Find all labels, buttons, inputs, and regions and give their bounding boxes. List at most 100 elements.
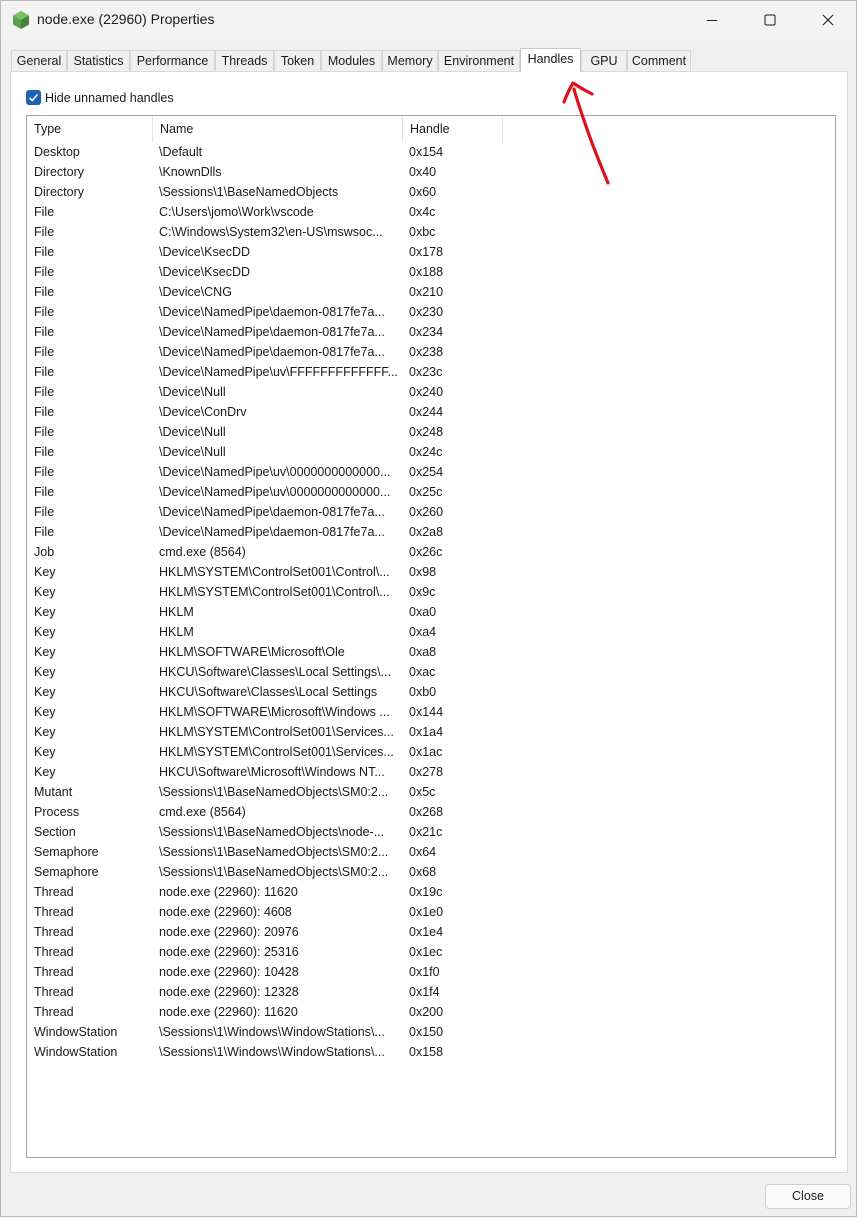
table-row[interactable]: Section \Sessions\1\BaseNamedObjects\node… [27,822,835,842]
minimize-button[interactable] [683,1,741,39]
table-row[interactable]: Semaphore \Sessions\1\BaseNamedObjects\SM… [27,862,835,882]
table-row[interactable]: WindowStation \Sessions\1\Windows\WindowS… [27,1022,835,1042]
tab-statistics[interactable]: Statistics [67,50,130,71]
table-row[interactable]: File \Device\CNG 0x210 [27,282,835,302]
tab-environment[interactable]: Environment [438,50,520,71]
table-row[interactable]: File \Device\Null 0x24c [27,442,835,462]
title-bar[interactable]: node.exe (22960) Properties [1,1,856,39]
row-type-cell: Key [34,625,56,639]
row-name-cell: \Default [159,145,203,159]
row-handle-cell: 0x1f0 [409,965,440,979]
table-row[interactable]: Directory \KnownDlls 0x40 [27,162,835,182]
table-row[interactable]: File \Device\Null 0x240 [27,382,835,402]
tab-comment[interactable]: Comment [627,50,691,71]
row-name-cell: \Sessions\1\BaseNamedObjects [159,185,339,199]
row-type-cell: File [34,325,55,339]
tab-performance[interactable]: Performance [130,50,215,71]
table-row[interactable]: Key HKLM 0xa4 [27,622,835,642]
tab-memory[interactable]: Memory [382,50,438,71]
row-handle-cell: 0xa4 [409,625,437,639]
table-row[interactable]: Thread node.exe (22960): 4608 0x1e0 [27,902,835,922]
column-header-name[interactable]: Name [153,116,403,142]
row-name-cell: HKLM\SYSTEM\ControlSet001\Services... [159,745,394,759]
table-row[interactable]: Mutant \Sessions\1\BaseNamedObjects\SM0:2… [27,782,835,802]
column-header-type-label: Type [34,122,62,136]
row-type-cell: File [34,345,55,359]
column-header-handle[interactable]: Handle [403,116,503,142]
table-row[interactable]: Key HKCU\Software\Classes\Local Settings\… [27,662,835,682]
table-row[interactable]: File \Device\NamedPipe\uv\FFFFFFFFFFFFF..… [27,362,835,382]
table-row[interactable]: Thread node.exe (22960): 10428 0x1f0 [27,962,835,982]
table-row[interactable]: Desktop \Default 0x154 [27,142,835,162]
row-name-cell: \Device\NamedPipe\uv\0000000000000... [159,465,391,479]
hide-unnamed-option[interactable]: Hide unnamed handles [26,89,174,106]
table-row[interactable]: Thread node.exe (22960): 11620 0x200 [27,1002,835,1022]
table-row[interactable]: Key HKLM\SYSTEM\ControlSet001\Services...… [27,722,835,742]
table-row[interactable]: File \Device\NamedPipe\daemon-0817fe7a...… [27,302,835,322]
table-row[interactable]: File \Device\NamedPipe\uv\0000000000000..… [27,462,835,482]
row-type-cell: Key [34,665,56,679]
table-row[interactable]: Key HKCU\Software\Microsoft\Windows NT...… [27,762,835,782]
table-row[interactable]: File \Device\KsecDD 0x188 [27,262,835,282]
row-handle-cell: 0x210 [409,285,444,299]
table-row[interactable]: File \Device\Null 0x248 [27,422,835,442]
table-row[interactable]: Job cmd.exe (8564) 0x26c [27,542,835,562]
tab-gpu[interactable]: GPU [581,50,627,71]
row-name-cell: node.exe (22960): 11620 [159,1005,298,1019]
hide-unnamed-checkbox[interactable] [26,90,41,105]
close-window-button[interactable] [799,1,857,39]
table-row[interactable]: File \Device\KsecDD 0x178 [27,242,835,262]
row-handle-cell: 0x60 [409,185,437,199]
row-type-cell: Key [34,725,56,739]
row-handle-cell: 0x25c [409,485,443,499]
tab-modules[interactable]: Modules [321,50,382,71]
row-type-cell: File [34,405,55,419]
table-row[interactable]: Thread node.exe (22960): 25316 0x1ec [27,942,835,962]
table-row[interactable]: WindowStation \Sessions\1\Windows\WindowS… [27,1042,835,1062]
row-type-cell: Desktop [34,145,80,159]
handles-list[interactable]: Type Name Handle Desktop \Default 0x154 Dir… [26,115,836,1158]
row-handle-cell: 0x254 [409,465,444,479]
row-type-cell: File [34,245,55,259]
close-button[interactable]: Close [765,1184,851,1209]
table-row[interactable]: File \Device\ConDrv 0x244 [27,402,835,422]
row-name-cell: HKCU\Software\Classes\Local Settings\... [159,665,392,679]
row-name-cell: node.exe (22960): 4608 [159,905,292,919]
table-row[interactable]: Key HKLM\SYSTEM\ControlSet001\Control\...… [27,562,835,582]
row-name-cell: C:\Windows\System32\en-US\mswsoc... [159,225,383,239]
row-name-cell: node.exe (22960): 11620 [159,885,298,899]
table-row[interactable]: File C:\Windows\System32\en-US\mswsoc... 0… [27,222,835,242]
table-row[interactable]: File \Device\NamedPipe\daemon-0817fe7a...… [27,502,835,522]
row-type-cell: Key [34,645,56,659]
row-name-cell: \Device\NamedPipe\daemon-0817fe7a... [159,525,385,539]
tab-handles[interactable]: Handles [520,48,581,72]
table-row[interactable]: File \Device\NamedPipe\uv\0000000000000..… [27,482,835,502]
table-row[interactable]: File \Device\NamedPipe\daemon-0817fe7a...… [27,322,835,342]
table-row[interactable]: Thread node.exe (22960): 12328 0x1f4 [27,982,835,1002]
row-name-cell: node.exe (22960): 10428 [159,965,299,979]
table-row[interactable]: Thread node.exe (22960): 11620 0x19c [27,882,835,902]
tab-general[interactable]: General [11,50,67,71]
table-row[interactable]: Key HKLM\SOFTWARE\Microsoft\Ole 0xa8 [27,642,835,662]
maximize-button[interactable] [741,1,799,39]
table-row[interactable]: Key HKCU\Software\Classes\Local Settings 0… [27,682,835,702]
table-row[interactable]: Key HKLM 0xa0 [27,602,835,622]
row-name-cell: \Device\ConDrv [159,405,247,419]
table-row[interactable]: Key HKLM\SOFTWARE\Microsoft\Windows ... 0x… [27,702,835,722]
table-row[interactable]: Thread node.exe (22960): 20976 0x1e4 [27,922,835,942]
table-row[interactable]: Key HKLM\SYSTEM\ControlSet001\Services...… [27,742,835,762]
table-row[interactable]: Process cmd.exe (8564) 0x268 [27,802,835,822]
table-row[interactable]: File \Device\NamedPipe\daemon-0817fe7a...… [27,342,835,362]
table-row[interactable]: Key HKLM\SYSTEM\ControlSet001\Control\...… [27,582,835,602]
row-handle-cell: 0x40 [409,165,437,179]
tab-threads[interactable]: Threads [215,50,274,71]
table-row[interactable]: File C:\Users\jomo\Work\vscode 0x4c [27,202,835,222]
row-name-cell: \Device\Null [159,425,226,439]
row-name-cell: \Device\CNG [159,285,232,299]
table-row[interactable]: Semaphore \Sessions\1\BaseNamedObjects\SM… [27,842,835,862]
table-row[interactable]: File \Device\NamedPipe\daemon-0817fe7a...… [27,522,835,542]
column-header-type[interactable]: Type [27,116,153,142]
row-name-cell: \Device\Null [159,445,226,459]
tab-token[interactable]: Token [274,50,321,71]
table-row[interactable]: Directory \Sessions\1\BaseNamedObjects 0x6… [27,182,835,202]
